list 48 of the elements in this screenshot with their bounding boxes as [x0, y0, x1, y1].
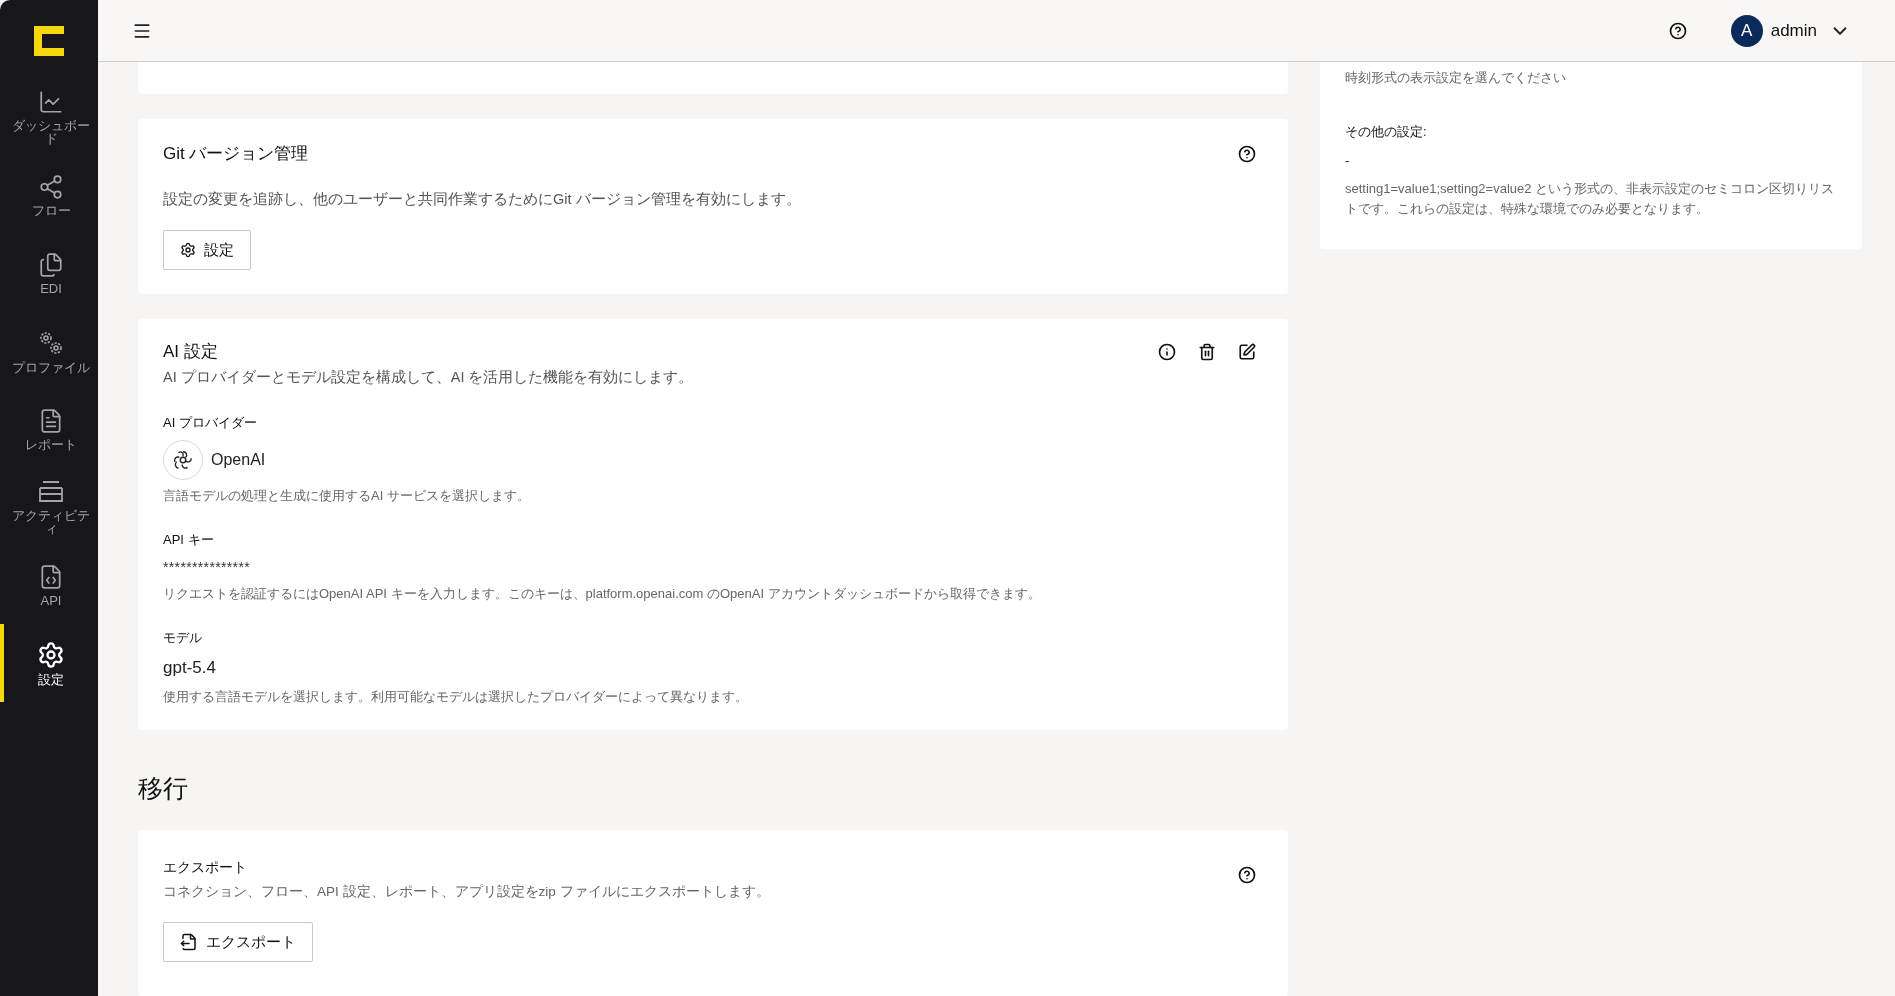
card-description: 設定の変更を追跡し、他のユーザーと共同作業するためにGit バージョン管理を有効にします。 — [163, 189, 802, 209]
card-description: AI プロバイダーとモデル設定を構成して、AI を活用した機能を有効にします。 — [163, 367, 695, 387]
field-label: モデル — [163, 628, 203, 647]
trash-icon[interactable] — [1198, 343, 1216, 361]
chart-icon — [38, 89, 64, 115]
file-export-icon — [180, 932, 198, 951]
field-help: 使用する言語モデルを選択します。利用可能なモデルは選択したプロバイダーによって異なります。 — [163, 687, 749, 706]
card-description: コネクション、フロー、API 設定、レポート、アプリ設定をzip ファイルにエクスポートします。 — [163, 882, 771, 901]
sidebar-item[interactable]: API — [0, 546, 98, 624]
sidebar-item[interactable]: ダッシュボード — [0, 78, 98, 156]
field-help: setting1=value1;setting2=value2 という形式の、非表示設定のセミコロン区切りリストです。これらの設定は、特殊な環境でのみ必要となります。 — [1345, 179, 1836, 218]
help-icon[interactable] — [1238, 865, 1256, 884]
sidebar-item[interactable]: フロー — [0, 156, 98, 234]
sidebar-item[interactable]: レポート — [0, 390, 98, 468]
user-name[interactable]: admin — [1770, 17, 1817, 44]
settings-icon — [37, 640, 65, 669]
provider-name: OpenAI — [211, 450, 266, 470]
sidebar-item[interactable]: 設定 — [0, 624, 98, 702]
code-file-icon — [38, 563, 64, 590]
field-help: 言語モデルの処理と生成に使用するAI サービスを選択します。 — [163, 487, 531, 505]
info-icon[interactable] — [1158, 343, 1176, 361]
gear-icon — [180, 242, 196, 259]
model-value: gpt-5.4 — [163, 657, 217, 679]
share-icon — [38, 173, 64, 200]
section-heading: 移行 — [138, 773, 189, 804]
card-title: AI 設定 — [163, 341, 218, 364]
edit-icon[interactable] — [1238, 343, 1256, 361]
field-label: その他の設定: — [1345, 122, 1428, 141]
card-title: Git バージョン管理 — [163, 143, 309, 165]
export-button[interactable]: エクスポート — [163, 921, 313, 962]
sidebar-item[interactable]: プロファイル — [0, 312, 98, 390]
field-help: 時刻形式の表示設定を選んでください — [1345, 69, 1567, 87]
field-label: API キー — [163, 530, 215, 549]
card-title: エクスポート — [163, 858, 247, 877]
logo — [34, 26, 64, 56]
user-avatar[interactable]: A — [1730, 14, 1763, 47]
sidebar-item[interactable]: アクティビティ — [0, 468, 98, 546]
field-label: AI プロバイダー — [163, 413, 258, 432]
tray-icon — [37, 479, 65, 505]
api-key-value: *************** — [163, 558, 251, 577]
field-help: リクエストを認証するにはOpenAI API キーを入力します。このキーは、platform.openai.com のOpenAI アカウントダッシュボードから取得できます。 — [163, 585, 1042, 603]
sidebar-item[interactable]: EDI — [0, 234, 98, 312]
field-value: - — [1345, 152, 1351, 170]
settings-button[interactable]: 設定 — [163, 230, 251, 271]
help-icon[interactable] — [1238, 144, 1256, 163]
help-icon[interactable] — [1668, 21, 1687, 40]
document-icon — [38, 407, 64, 434]
documents-icon — [38, 251, 64, 278]
